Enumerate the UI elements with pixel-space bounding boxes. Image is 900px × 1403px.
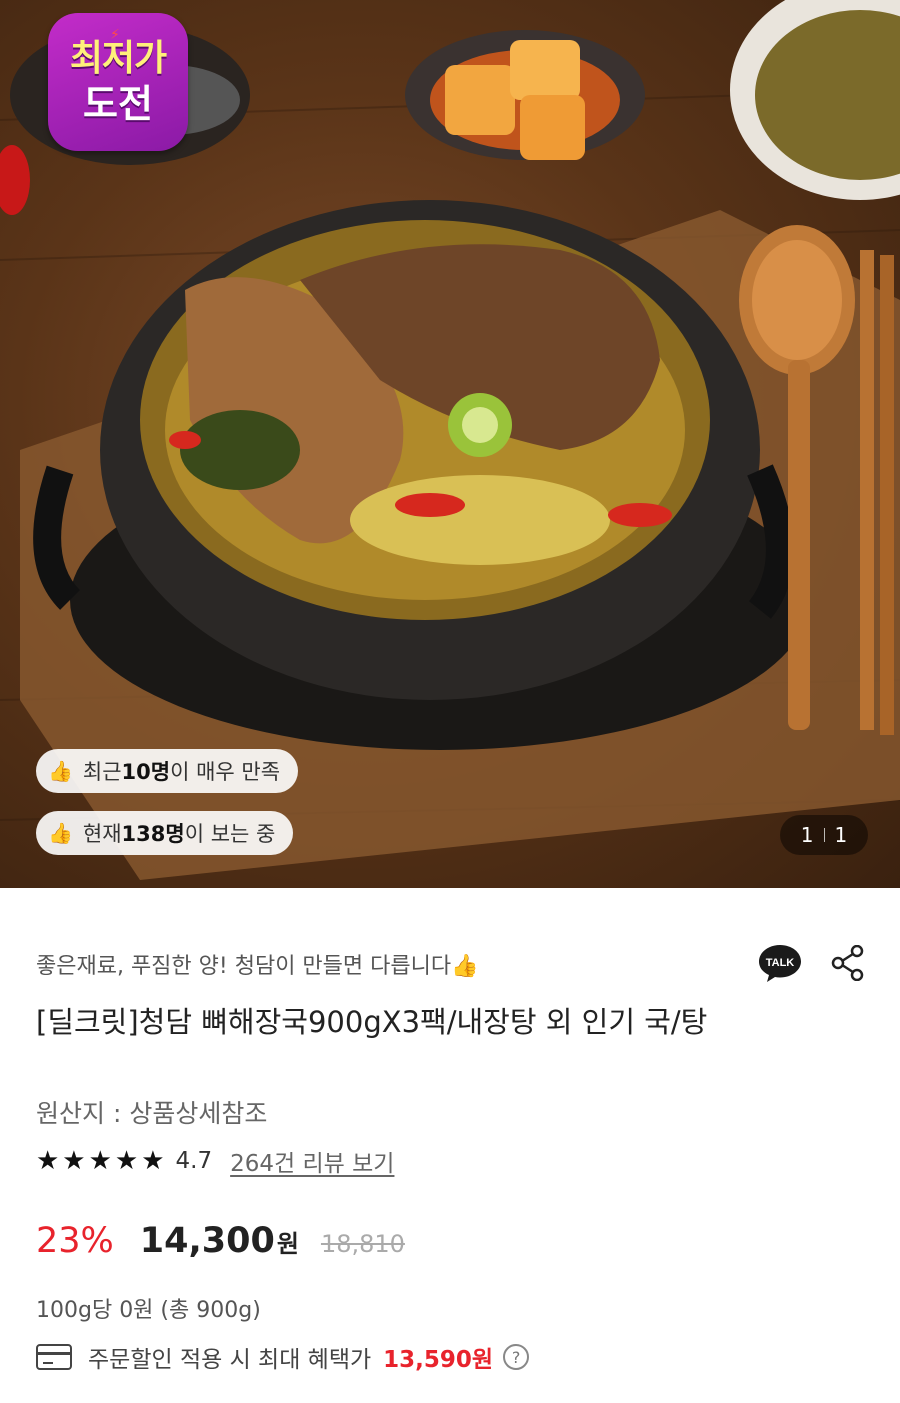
product-tagline: 좋은재료, 푸짐한 양! 청담이 만들면 다릅니다👍 — [36, 954, 479, 979]
pill1-count: 10명 — [121, 760, 171, 784]
rating-row: ★★★★★ 4.7 264건 리뷰 보기 — [36, 1143, 394, 1179]
benefit-text: 주문할인 적용 시 최대 혜택가 — [88, 1347, 372, 1373]
image-counter-total: 1 — [834, 823, 848, 847]
lowest-price-badge: ⚡ 최저가 도전 — [48, 13, 188, 151]
help-icon[interactable]: ? — [503, 1344, 530, 1370]
image-counter: 1 1 — [780, 815, 868, 855]
unit-price: 100g당 0원 (총 900g) — [36, 1298, 261, 1323]
pill2-count: 138명 — [121, 822, 185, 846]
thumbs-up-icon: 👍 — [48, 821, 73, 845]
pill1-suffix: 이 매우 만족 — [170, 760, 281, 784]
pill1-prefix: 최근 — [82, 760, 122, 784]
image-counter-current: 1 — [800, 823, 814, 847]
sale-price: 14,300 — [139, 1221, 275, 1261]
star-rating-icon: ★★★★★ — [36, 1146, 168, 1176]
review-link[interactable]: 264건 리뷰 보기 — [230, 1144, 394, 1178]
viewers-pill: 👍 현재 138명 이 보는 중 — [36, 811, 294, 855]
kakao-talk-share-icon[interactable]: TALK — [757, 943, 803, 983]
benefit-row[interactable]: 주문할인 적용 시 최대 혜택가 13,590원 ? — [36, 1337, 530, 1377]
badge-line2: 도전 — [83, 82, 153, 126]
pill2-prefix: 현재 — [82, 822, 122, 846]
discount-rate: 23% — [36, 1221, 114, 1261]
price-row: 23% 14,300 원 18,810 — [36, 1221, 405, 1271]
product-image[interactable]: ⚡ 최저가 도전 👍 최근 10명 이 매우 만족 👍 현재 138명 이 보는… — [0, 0, 900, 888]
badge-line1: 최저가 — [69, 38, 167, 79]
thumbs-up-icon: 👍 — [48, 759, 73, 783]
original-price: 18,810 — [320, 1230, 405, 1258]
benefit-price: 13,590원 — [383, 1347, 494, 1373]
currency-label: 원 — [276, 1230, 299, 1258]
card-icon — [36, 1344, 72, 1370]
counter-separator — [823, 828, 825, 842]
lightning-icon: ⚡ — [110, 27, 120, 43]
product-title: [딜크릿]청담 뼈해장국900gX3팩/내장탕 외 인기 국/탕 — [36, 1005, 708, 1039]
satisfaction-pill: 👍 최근 10명 이 매우 만족 — [36, 749, 299, 793]
pill2-suffix: 이 보는 중 — [184, 822, 276, 846]
rating-value: 4.7 — [175, 1148, 213, 1174]
share-icon[interactable] — [830, 945, 864, 981]
product-origin: 원산지 : 상품상세참조 — [36, 1099, 268, 1128]
talk-label: TALK — [766, 957, 795, 969]
